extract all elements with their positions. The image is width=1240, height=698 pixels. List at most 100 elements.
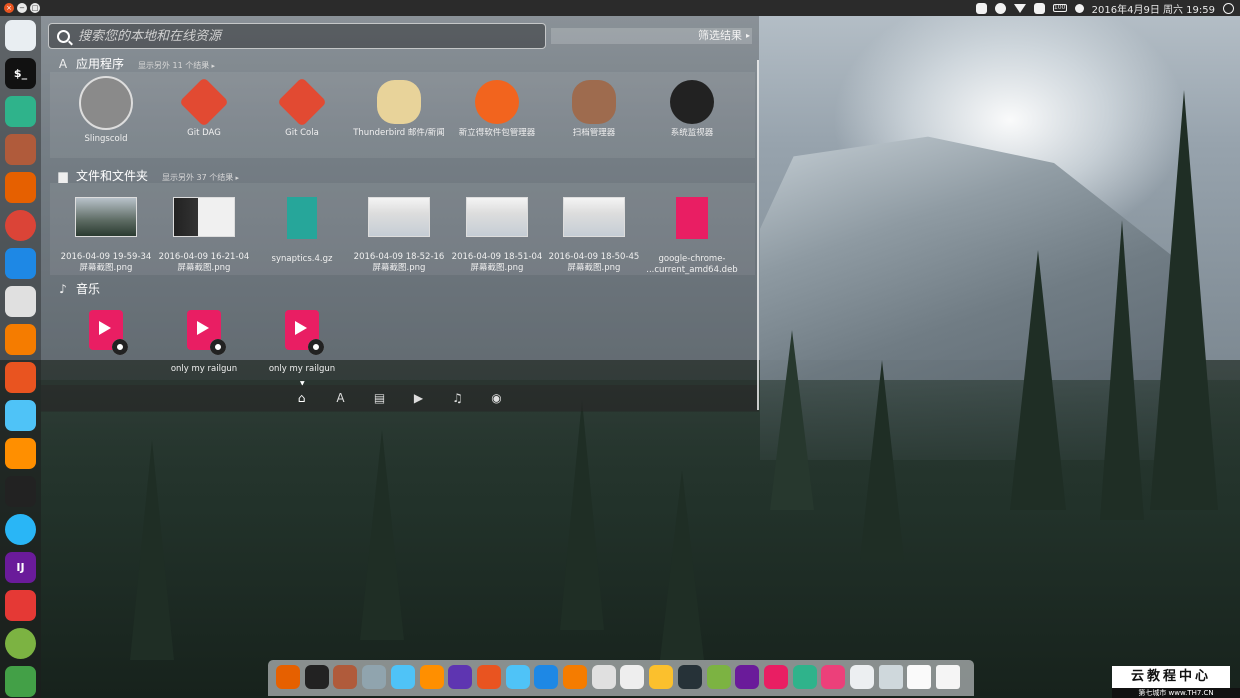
glasses-icon[interactable] <box>5 590 36 621</box>
windows-tiles-icon[interactable] <box>5 666 36 697</box>
firefox-icon[interactable] <box>276 665 300 689</box>
file-name: 2016-04-09 18-51-04 <box>451 252 543 262</box>
system-monitor-icon <box>670 80 714 124</box>
vlc-icon[interactable] <box>419 665 444 689</box>
wallpaper-tree <box>860 360 904 560</box>
cloud-icon[interactable] <box>792 665 817 689</box>
folder-icon[interactable] <box>390 665 415 689</box>
trash-icon[interactable] <box>936 665 961 689</box>
vlc-icon[interactable] <box>5 438 36 469</box>
category-apps-header: A 应用程序 显示另外 11 个结果 <box>56 55 215 72</box>
settings-toggle-icon[interactable] <box>5 400 36 431</box>
intellij-icon[interactable]: IJ <box>5 552 36 583</box>
media-player-icon[interactable] <box>448 665 473 689</box>
file-tile[interactable]: 2016-04-09 16-21-04 屏幕截图.png <box>155 197 253 274</box>
chat-bubble-icon[interactable] <box>5 514 36 545</box>
app-store-icon <box>475 80 519 124</box>
app-tile[interactable]: Slingscold <box>57 76 155 145</box>
photos-icon[interactable] <box>821 665 846 689</box>
music-tile[interactable]: only my railgun <box>253 310 351 375</box>
system-monitor-icon[interactable] <box>677 665 702 689</box>
usb-icon[interactable] <box>850 665 874 689</box>
file-category-icon: ▆ <box>58 169 68 183</box>
backup-icon[interactable] <box>5 134 36 165</box>
wallpaper-tree <box>1100 220 1144 520</box>
cloud-drive-icon[interactable] <box>878 665 903 689</box>
music-label: only my railgun <box>170 364 238 374</box>
apps-grid-icon[interactable] <box>591 665 616 689</box>
app-label: Git Cola <box>285 128 319 138</box>
music-icon[interactable]: ♫ <box>448 389 467 408</box>
file-name: 2016-04-09 18-50-45 <box>548 252 640 262</box>
apps-grid-icon[interactable] <box>5 286 36 317</box>
app-tile[interactable]: Thunderbird 邮件/新闻 <box>350 80 448 139</box>
video-icon[interactable]: ▶ <box>409 389 428 408</box>
close-button[interactable]: × <box>4 3 14 13</box>
battery-icon[interactable]: 100 <box>1052 4 1067 12</box>
safari-icon[interactable] <box>5 248 36 279</box>
keyboard-icon[interactable] <box>1033 2 1045 14</box>
camera-icon[interactable] <box>763 665 788 689</box>
screenshot-thumbnail <box>173 197 235 237</box>
screenshot-thumbnail <box>563 197 625 237</box>
intellij-icon[interactable] <box>735 665 760 689</box>
music-tile[interactable] <box>57 310 155 364</box>
file-tile[interactable]: 2016-04-09 19-59-34 屏幕截图.png <box>57 197 155 274</box>
volume-icon[interactable] <box>1074 3 1084 13</box>
software-center-icon[interactable] <box>476 665 501 689</box>
category-title: 应用程序 <box>76 57 125 71</box>
files-icon[interactable]: ▤ <box>370 389 389 408</box>
category-title: 音乐 <box>76 282 101 296</box>
filter-results-button[interactable]: 筛选结果 <box>551 28 752 44</box>
top-panel: × − □ 100 2016年4月9日 周六 19:59 <box>0 0 1240 16</box>
notes-icon[interactable] <box>620 665 645 689</box>
chat-icon[interactable] <box>994 2 1006 14</box>
backup-icon[interactable] <box>333 665 358 689</box>
app-tile[interactable]: 扫档管理器 <box>545 80 643 139</box>
notification-icon[interactable] <box>975 2 987 14</box>
app-tile[interactable]: 新立得软件包管理器 <box>448 80 546 139</box>
archive-icon[interactable] <box>563 665 587 689</box>
file-tile[interactable]: google-chrome- ...current_amd64.deb <box>643 197 741 276</box>
dash-home-icon[interactable] <box>5 20 36 51</box>
document-icon[interactable] <box>907 665 932 689</box>
terminal-icon[interactable] <box>304 665 329 689</box>
search-box[interactable] <box>48 23 546 49</box>
wallpaper-tree <box>360 430 404 640</box>
show-more-link[interactable]: 显示另外 37 个结果 <box>162 172 239 183</box>
power-icon[interactable] <box>1223 2 1234 14</box>
file-tile[interactable]: 2016-04-09 18-50-45 屏幕截图.png <box>545 197 643 274</box>
photo-icon[interactable]: ◉ <box>487 389 506 408</box>
file-tile[interactable]: 2016-04-09 18-52-16 屏幕截图.png <box>350 197 448 274</box>
minimize-button[interactable]: − <box>17 3 27 13</box>
gear-icon[interactable] <box>5 628 36 659</box>
apps-icon[interactable]: A <box>331 389 350 408</box>
app-label: Git DAG <box>187 128 221 138</box>
wifi-icon[interactable] <box>1013 3 1026 13</box>
cloud-icon[interactable] <box>5 96 36 127</box>
home-icon[interactable]: ⌂ <box>292 389 311 408</box>
chrome-icon[interactable] <box>5 210 36 241</box>
music-tile[interactable]: only my railgun <box>155 310 253 375</box>
app-tile[interactable]: Git DAG <box>155 77 253 139</box>
sun-icon[interactable] <box>649 665 674 689</box>
app-tile[interactable]: 系统监视器 <box>643 80 741 139</box>
maximize-button[interactable]: □ <box>30 3 40 13</box>
app-tile[interactable]: Git Cola <box>253 77 351 139</box>
software-center-icon[interactable] <box>5 362 36 393</box>
terminal-icon[interactable]: $_ <box>5 58 36 89</box>
safari-icon[interactable] <box>534 665 559 689</box>
show-more-link[interactable]: 显示另外 11 个结果 <box>138 60 215 71</box>
file-tile[interactable]: 2016-04-09 18-51-04 屏幕截图.png <box>448 197 546 274</box>
gear-icon[interactable] <box>706 665 731 689</box>
file-tile[interactable]: synaptics.4.gz <box>253 197 351 265</box>
rocket-icon[interactable] <box>362 665 387 689</box>
clock[interactable]: 2016年4月9日 周六 19:59 <box>1092 1 1215 16</box>
launcher: $_ IJ <box>0 16 41 698</box>
settings-toggle-icon[interactable] <box>505 665 530 689</box>
firefox-icon[interactable] <box>5 172 36 203</box>
archive-icon[interactable] <box>5 324 36 355</box>
search-input[interactable] <box>78 28 528 44</box>
dash-scrollbar[interactable] <box>757 60 759 410</box>
media-player-icon[interactable] <box>5 476 36 507</box>
